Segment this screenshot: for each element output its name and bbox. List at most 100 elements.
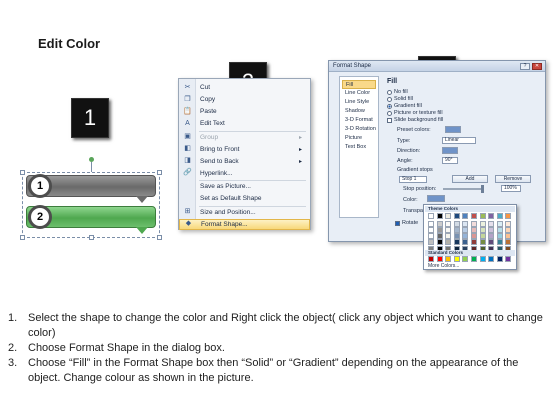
theme-color-swatch[interactable] bbox=[479, 220, 486, 227]
theme-color-swatch[interactable] bbox=[471, 213, 477, 219]
theme-color-swatch[interactable] bbox=[496, 226, 503, 233]
context-menu-item[interactable]: ▣ Group ▸ bbox=[179, 132, 310, 144]
nav-item-3d-format[interactable]: 3-D Format bbox=[342, 116, 376, 125]
theme-color-swatch[interactable] bbox=[505, 226, 512, 233]
context-menu-item[interactable]: Save as Picture... bbox=[179, 181, 310, 193]
theme-color-swatch[interactable] bbox=[453, 213, 460, 219]
theme-color-swatch[interactable] bbox=[496, 233, 503, 240]
more-colors-link[interactable]: More Colors... bbox=[428, 263, 459, 269]
theme-color-swatch[interactable] bbox=[488, 233, 495, 240]
theme-color-swatch[interactable] bbox=[462, 226, 469, 233]
theme-color-swatch[interactable] bbox=[445, 226, 452, 233]
theme-color-swatch[interactable] bbox=[445, 239, 452, 246]
theme-color-swatch[interactable] bbox=[505, 213, 512, 219]
theme-color-swatch[interactable] bbox=[462, 239, 469, 246]
theme-color-swatch[interactable] bbox=[428, 213, 434, 219]
radio-gradient-fill[interactable]: Gradient fill bbox=[387, 103, 422, 109]
theme-color-swatch[interactable] bbox=[488, 213, 495, 219]
theme-color-swatch[interactable] bbox=[453, 239, 460, 246]
nav-item-shadow[interactable]: Shadow bbox=[342, 107, 376, 116]
theme-color-swatch[interactable] bbox=[505, 220, 512, 227]
radio-solid-fill[interactable]: Solid fill bbox=[387, 96, 413, 102]
theme-color-swatch[interactable] bbox=[462, 213, 469, 219]
theme-color-swatch[interactable] bbox=[445, 233, 452, 240]
radio-picture-fill[interactable]: Picture or texture fill bbox=[387, 110, 443, 116]
theme-color-swatch[interactable] bbox=[445, 220, 452, 227]
context-menu-item[interactable]: ◨ Send to Back ▸ bbox=[179, 156, 310, 168]
resize-handle[interactable] bbox=[20, 170, 25, 175]
context-menu-item[interactable]: 🔗 Hyperlink... bbox=[179, 168, 310, 180]
theme-color-swatch[interactable] bbox=[471, 233, 477, 240]
theme-color-swatch[interactable] bbox=[428, 226, 434, 233]
remove-stop-button[interactable]: Remove bbox=[495, 175, 531, 183]
nav-item-picture[interactable]: Picture bbox=[342, 134, 376, 143]
theme-color-swatch[interactable] bbox=[496, 239, 503, 246]
nav-item-text-box[interactable]: Text Box bbox=[342, 143, 376, 152]
theme-color-swatch[interactable] bbox=[428, 220, 434, 227]
theme-color-swatch[interactable] bbox=[479, 239, 486, 246]
theme-color-swatch[interactable] bbox=[436, 239, 443, 246]
direction-dropdown[interactable] bbox=[442, 147, 458, 154]
standard-color-swatch[interactable] bbox=[505, 256, 512, 262]
theme-color-swatch[interactable] bbox=[462, 233, 469, 240]
theme-color-swatch[interactable] bbox=[471, 226, 477, 233]
theme-color-swatch[interactable] bbox=[453, 233, 460, 240]
theme-color-swatch[interactable] bbox=[496, 213, 503, 219]
theme-color-swatch[interactable] bbox=[479, 213, 486, 219]
theme-color-swatch[interactable] bbox=[488, 220, 495, 227]
standard-color-swatch[interactable] bbox=[479, 256, 486, 262]
context-menu-item[interactable]: A Edit Text bbox=[179, 118, 310, 130]
radio-no-fill[interactable]: No fill bbox=[387, 89, 408, 95]
standard-color-swatch[interactable] bbox=[496, 256, 503, 262]
context-menu-item[interactable]: ❐ Copy bbox=[179, 94, 310, 106]
theme-color-swatch[interactable] bbox=[436, 226, 443, 233]
theme-color-swatch[interactable] bbox=[428, 239, 434, 246]
standard-color-swatch[interactable] bbox=[428, 256, 434, 262]
standard-color-swatch[interactable] bbox=[471, 256, 477, 262]
stop-position-input[interactable]: 100% bbox=[501, 185, 521, 192]
stop-position-slider[interactable] bbox=[443, 188, 483, 190]
nav-item-line-color[interactable]: Line Color bbox=[342, 89, 376, 98]
context-menu-item[interactable]: ◆ Format Shape... bbox=[179, 218, 310, 230]
type-select[interactable]: Linear bbox=[442, 137, 476, 144]
context-menu-item[interactable]: 📋 Paste bbox=[179, 106, 310, 118]
theme-color-swatch[interactable] bbox=[471, 239, 477, 246]
standard-color-swatch[interactable] bbox=[445, 256, 452, 262]
angle-input[interactable]: 90° bbox=[442, 157, 458, 164]
theme-color-swatch[interactable] bbox=[471, 220, 477, 227]
theme-color-swatch[interactable] bbox=[488, 239, 495, 246]
color-dropdown-button[interactable] bbox=[427, 195, 445, 202]
standard-color-swatch[interactable] bbox=[488, 256, 495, 262]
theme-color-swatch[interactable] bbox=[453, 226, 460, 233]
help-icon[interactable]: ? bbox=[520, 63, 530, 70]
stop-position-thumb[interactable] bbox=[481, 185, 484, 193]
theme-color-swatch[interactable] bbox=[496, 220, 503, 227]
theme-color-swatch[interactable] bbox=[445, 213, 452, 219]
context-menu-item[interactable]: ◧ Bring to Front ▸ bbox=[179, 144, 310, 156]
standard-color-swatch[interactable] bbox=[453, 256, 460, 262]
close-icon[interactable]: ✕ bbox=[532, 63, 542, 70]
context-menu-item[interactable]: ⊞ Size and Position... bbox=[179, 207, 310, 219]
standard-color-swatch[interactable] bbox=[462, 256, 469, 262]
preset-colors-dropdown[interactable] bbox=[445, 126, 461, 133]
theme-color-swatch[interactable] bbox=[436, 213, 443, 219]
nav-item-line-style[interactable]: Line Style bbox=[342, 98, 376, 107]
stop-select[interactable]: Stop 1 bbox=[399, 176, 427, 183]
theme-color-swatch[interactable] bbox=[462, 220, 469, 227]
theme-color-swatch[interactable] bbox=[436, 220, 443, 227]
theme-color-swatch[interactable] bbox=[505, 233, 512, 240]
nav-item-3d-rotation[interactable]: 3-D Rotation bbox=[342, 125, 376, 134]
theme-color-swatch[interactable] bbox=[453, 220, 460, 227]
resize-handle[interactable] bbox=[20, 235, 25, 240]
nav-item-fill[interactable]: Fill bbox=[342, 80, 376, 89]
resize-handle[interactable] bbox=[89, 235, 94, 240]
theme-color-swatch[interactable] bbox=[428, 233, 434, 240]
resize-handle[interactable] bbox=[157, 170, 162, 175]
context-menu-item[interactable]: ✂ Cut bbox=[179, 82, 310, 94]
add-stop-button[interactable]: Add bbox=[452, 175, 488, 183]
theme-color-swatch[interactable] bbox=[488, 226, 495, 233]
theme-color-swatch[interactable] bbox=[436, 233, 443, 240]
theme-color-swatch[interactable] bbox=[479, 233, 486, 240]
standard-color-swatch[interactable] bbox=[436, 256, 443, 262]
resize-handle[interactable] bbox=[157, 235, 162, 240]
